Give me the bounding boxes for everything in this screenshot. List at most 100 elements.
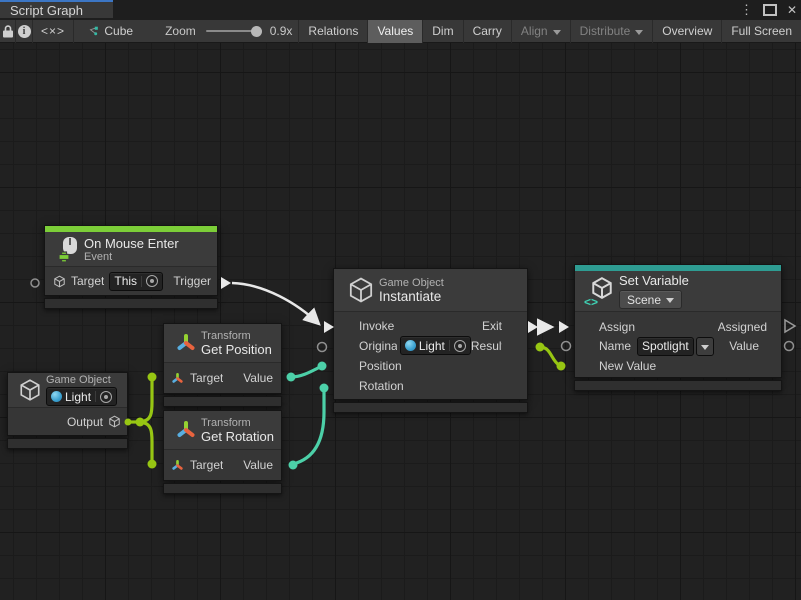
zoom-slider[interactable] xyxy=(206,30,262,32)
node-footer xyxy=(163,483,282,494)
assign-port-label: Assign xyxy=(599,320,635,334)
code-icon: <×> xyxy=(41,24,65,38)
game-object-icon xyxy=(347,276,375,304)
info-button[interactable]: i xyxy=(16,20,31,43)
node-title: Get Rotation xyxy=(201,429,274,444)
values-button[interactable]: Values xyxy=(368,20,422,43)
position-port-label: Position xyxy=(359,359,402,373)
lock-button[interactable] xyxy=(0,20,15,43)
node-game-object-light[interactable]: Game Object Light Output xyxy=(7,372,128,449)
relations-button[interactable]: Relations xyxy=(299,20,367,43)
node-category: Transform xyxy=(201,417,274,429)
value-port-label: Value xyxy=(729,339,759,353)
distribute-label: Distribute xyxy=(580,24,631,38)
trigger-port-label: Trigger xyxy=(173,274,211,288)
variable-code-icon: <> xyxy=(584,295,598,309)
scope-value: Scene xyxy=(627,293,661,307)
result-port-label: Result xyxy=(471,339,502,353)
transform-icon xyxy=(171,459,184,472)
overview-button[interactable]: Overview xyxy=(653,20,721,43)
invoke-port-label: Invoke xyxy=(359,319,394,333)
field-divider xyxy=(449,340,450,351)
value-port-label: Value xyxy=(243,371,273,385)
node-footer xyxy=(574,380,782,391)
variable-name-field[interactable]: Spotlight xyxy=(637,337,694,356)
game-object-icon xyxy=(18,378,42,402)
node-footer xyxy=(163,396,282,407)
distribute-dropdown[interactable]: Distribute xyxy=(571,20,653,43)
node-category: Game Object xyxy=(379,277,444,289)
transform-icon xyxy=(175,419,197,441)
node-title: On Mouse Enter xyxy=(84,236,179,251)
chevron-down-icon xyxy=(666,298,674,303)
fullscreen-button[interactable]: Full Screen xyxy=(722,20,801,43)
zoom-label: Zoom xyxy=(165,24,196,38)
lock-icon xyxy=(2,25,14,38)
variable-name-dropdown[interactable] xyxy=(696,337,714,356)
node-title: Get Position xyxy=(201,342,272,357)
zoom-value: 0.9x xyxy=(270,24,293,38)
target-value-field[interactable]: This xyxy=(109,272,163,291)
title-bar: Script Graph ⋮ ✕ xyxy=(0,0,801,20)
window-controls: ⋮ ✕ xyxy=(740,0,797,20)
assigned-port-label: Assigned xyxy=(718,320,767,334)
name-port-label: Name xyxy=(599,339,631,353)
more-menu-icon[interactable]: ⋮ xyxy=(740,2,753,18)
node-instantiate[interactable]: Game Object Instantiate Invoke Exit Orig… xyxy=(333,268,528,413)
object-value: Light xyxy=(65,390,91,404)
close-icon[interactable]: ✕ xyxy=(787,3,797,17)
original-value: Light xyxy=(419,339,445,353)
node-title: Game Object xyxy=(46,374,117,386)
game-object-icon xyxy=(108,415,121,428)
object-picker-icon[interactable] xyxy=(100,391,112,403)
align-label: Align xyxy=(521,24,548,38)
object-value-field[interactable]: Light xyxy=(46,387,117,406)
field-divider xyxy=(141,276,142,287)
chevron-down-icon xyxy=(553,30,561,35)
original-port-label: Original xyxy=(359,339,397,353)
node-subtitle: Event xyxy=(84,251,179,263)
chevron-down-icon xyxy=(635,30,643,35)
field-divider xyxy=(95,391,96,402)
mouse-add-icon xyxy=(56,236,80,262)
code-preview-button[interactable]: <×> xyxy=(33,20,74,43)
node-category: Transform xyxy=(201,330,272,342)
value-port-label: Value xyxy=(243,458,273,472)
node-footer xyxy=(44,298,218,309)
transform-icon xyxy=(171,372,184,385)
graph-toolbar: i <×> Cube Zoom 0.9x Relations Values Di… xyxy=(0,20,801,43)
original-value-field[interactable]: Light xyxy=(400,336,471,355)
light-icon xyxy=(51,391,62,402)
node-title: Set Variable xyxy=(619,273,689,288)
toolbar-separator xyxy=(73,20,74,43)
output-port-label: Output xyxy=(67,415,103,429)
dim-button[interactable]: Dim xyxy=(423,20,462,43)
align-dropdown[interactable]: Align xyxy=(512,20,570,43)
transform-icon xyxy=(175,332,197,354)
target-value: This xyxy=(114,274,137,288)
target-port-label: Target xyxy=(190,371,223,385)
node-get-position[interactable]: Transform Get Position Target Value xyxy=(163,323,282,407)
node-title: Instantiate xyxy=(379,289,444,304)
object-picker-icon[interactable] xyxy=(454,340,466,352)
maximize-icon[interactable] xyxy=(763,4,777,16)
variable-scope-dropdown[interactable]: Scene xyxy=(619,290,682,309)
zoom-slider-handle[interactable] xyxy=(251,26,262,37)
node-footer xyxy=(333,402,528,413)
node-on-mouse-enter[interactable]: On Mouse Enter Event Target This Trigger xyxy=(44,225,218,309)
object-picker-icon[interactable] xyxy=(146,275,158,287)
exit-port-label: Exit xyxy=(482,319,502,333)
chevron-down-icon xyxy=(701,345,709,350)
new-value-port-label: New Value xyxy=(599,359,656,373)
light-icon xyxy=(405,340,416,351)
node-set-variable[interactable]: <> Set Variable Scene Assign Assigned Na… xyxy=(574,264,782,391)
info-icon: i xyxy=(18,25,31,38)
graph-breadcrumb[interactable]: Cube xyxy=(104,24,133,38)
target-port-label: Target xyxy=(71,274,104,288)
carry-button[interactable]: Carry xyxy=(464,20,511,43)
rotation-port-label: Rotation xyxy=(359,379,404,393)
target-port-label: Target xyxy=(190,458,223,472)
node-get-rotation[interactable]: Transform Get Rotation Target Value xyxy=(163,410,282,494)
tab-script-graph[interactable]: Script Graph xyxy=(0,0,113,18)
variable-name-value: Spotlight xyxy=(642,339,689,353)
